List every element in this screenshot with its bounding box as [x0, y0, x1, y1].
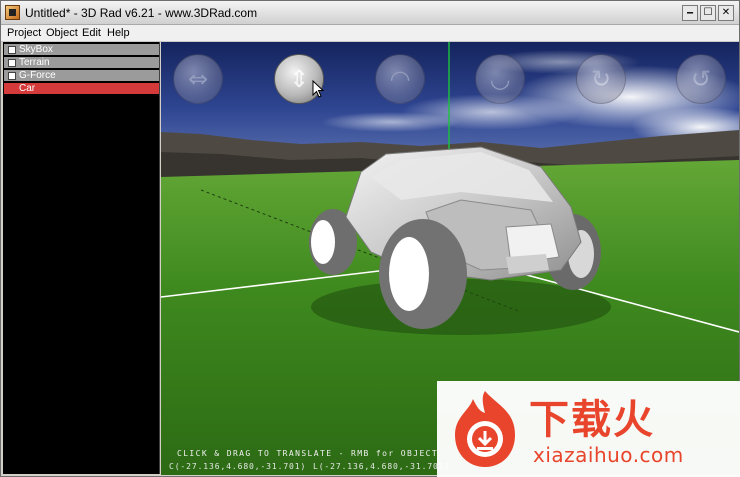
mouse-cursor-icon [312, 80, 324, 98]
rotate-yaw-icon: ◠ [389, 65, 411, 93]
window-title: Untitled* - 3D Rad v6.21 - www.3DRad.com [25, 6, 258, 20]
menu-edit[interactable]: Edit [82, 27, 101, 39]
object-label: Car [19, 83, 36, 94]
hud-location-coordinates: L(-27.136,4.680,-31.701) [313, 462, 451, 471]
translate-horizontal-icon: ⇔ [187, 65, 209, 93]
flame-logo-icon [455, 391, 515, 467]
object-checkbox[interactable] [8, 72, 16, 80]
rotate-roll-icon: ↻ [590, 65, 612, 93]
watermark-overlay: 下载火 xiazaihuo.com [437, 381, 740, 477]
menu-help[interactable]: Help [107, 27, 130, 39]
gizmo-rotate-pitch-button[interactable]: ◡ [475, 54, 525, 104]
hud-camera-coordinates: C(-27.136,4.680,-31.701) [169, 462, 307, 471]
gizmo-rotate-roll-button[interactable]: ↻ [576, 54, 626, 104]
title-bar[interactable]: Untitled* - 3D Rad v6.21 - www.3DRad.com… [1, 1, 739, 25]
app-window: Untitled* - 3D Rad v6.21 - www.3DRad.com… [0, 0, 740, 477]
object-checkbox[interactable] [8, 46, 16, 54]
object-list-panel: SkyBox Terrain G-Force Car [3, 42, 160, 474]
object-item-car[interactable]: Car [4, 83, 159, 95]
object-item-skybox[interactable]: SkyBox [4, 44, 159, 56]
object-checkbox[interactable] [8, 59, 16, 67]
object-item-terrain[interactable]: Terrain [4, 57, 159, 69]
app-logo-icon [5, 5, 20, 20]
close-button[interactable]: ✕ [718, 5, 734, 21]
maximize-button[interactable]: ☐ [700, 5, 716, 21]
watermark-brand-text: 下载火 [529, 397, 655, 443]
hud-instruction-text: CLICK & DRAG TO TRANSLATE - RMB for OBJE… [177, 449, 439, 458]
watermark-url-text: xiazaihuo.com [533, 443, 684, 467]
object-label: G-Force [19, 70, 56, 81]
reset-rotation-icon: ↺ [690, 65, 712, 93]
menu-bar: Project Object Edit Help [1, 25, 739, 42]
object-item-gforce[interactable]: G-Force [4, 70, 159, 82]
menu-project[interactable]: Project [7, 27, 41, 39]
object-label: SkyBox [19, 44, 53, 55]
minimize-button[interactable]: 🗕 [682, 5, 698, 21]
gizmo-rotate-yaw-button[interactable]: ◠ [375, 54, 425, 104]
rotate-pitch-icon: ◡ [489, 65, 511, 93]
gizmo-reset-rotation-button[interactable]: ↺ [676, 54, 726, 104]
menu-object[interactable]: Object [46, 27, 78, 39]
gizmo-translate-horizontal-button[interactable]: ⇔ [173, 54, 223, 104]
object-label: Terrain [19, 57, 50, 68]
